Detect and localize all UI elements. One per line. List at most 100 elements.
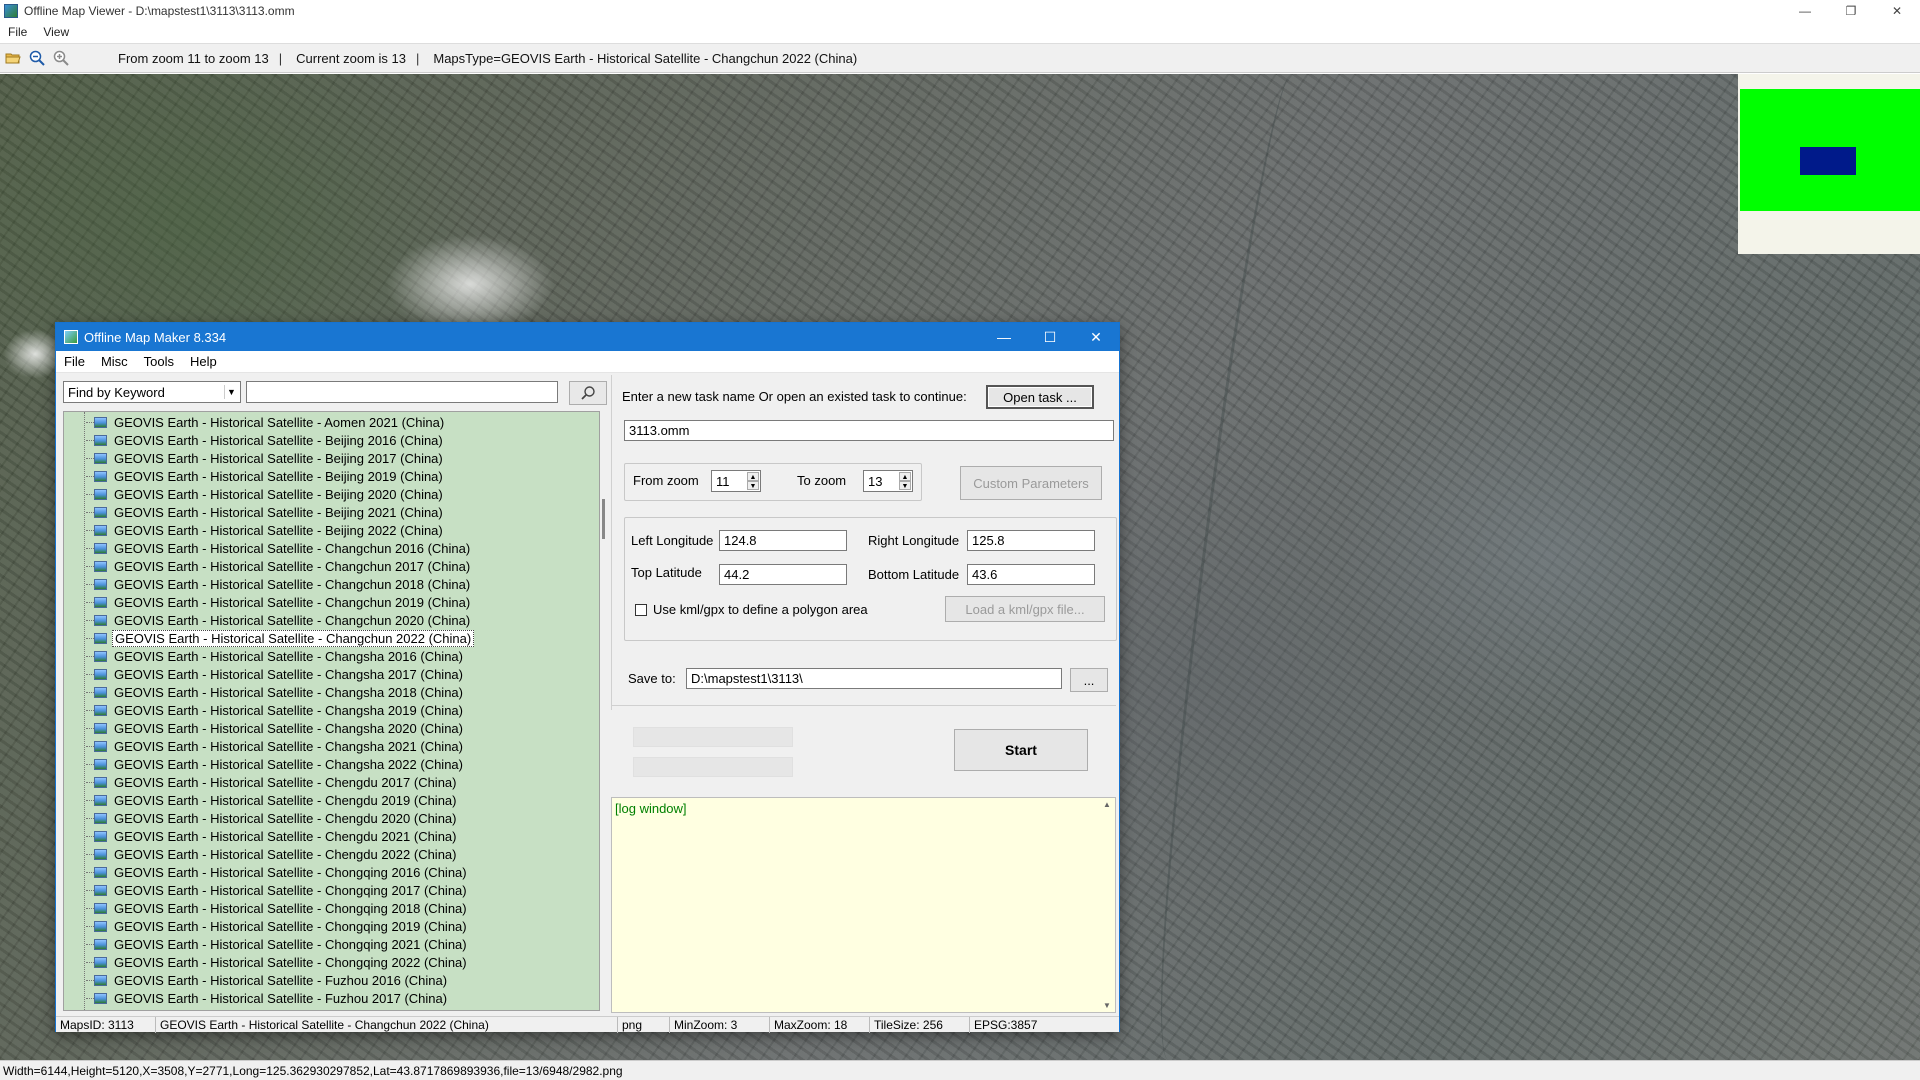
dialog-close-button[interactable]: ✕ — [1073, 323, 1119, 351]
map-list-item[interactable]: GEOVIS Earth - Historical Satellite - Ch… — [94, 953, 469, 971]
map-list-item[interactable]: GEOVIS Earth - Historical Satellite - Ch… — [94, 881, 469, 899]
dialog-menu-tools[interactable]: Tools — [136, 354, 182, 369]
map-list-item-label: GEOVIS Earth - Historical Satellite - Fu… — [112, 1009, 449, 1011]
spin-up-icon[interactable]: ▲ — [747, 472, 759, 481]
map-list-item[interactable]: GEOVIS Earth - Historical Satellite - Fu… — [94, 989, 449, 1007]
start-button[interactable]: Start — [954, 729, 1088, 771]
map-type-tree[interactable]: GEOVIS Earth - Historical Satellite - Ao… — [63, 411, 600, 1011]
map-list-item[interactable]: GEOVIS Earth - Historical Satellite - Ch… — [94, 575, 472, 593]
chevron-down-icon[interactable]: ▼ — [224, 385, 238, 399]
dialog-maximize-button[interactable]: ☐ — [1027, 323, 1073, 351]
map-list-item[interactable]: GEOVIS Earth - Historical Satellite - Ch… — [94, 917, 469, 935]
keyword-input[interactable] — [246, 381, 558, 403]
map-list-item[interactable]: GEOVIS Earth - Historical Satellite - Ch… — [94, 863, 469, 881]
spin-up-icon[interactable]: ▲ — [899, 472, 911, 481]
search-button[interactable] — [569, 381, 607, 405]
custom-parameters-button[interactable]: Custom Parameters — [960, 466, 1102, 500]
map-list-item-label: GEOVIS Earth - Historical Satellite - Ch… — [114, 666, 463, 682]
map-image-icon — [94, 578, 107, 590]
right-longitude-input[interactable]: 125.8 — [967, 530, 1095, 551]
map-list-item[interactable]: GEOVIS Earth - Historical Satellite - Ch… — [94, 593, 472, 611]
map-list-item-label: GEOVIS Earth - Historical Satellite - Ch… — [114, 900, 467, 916]
bottom-latitude-input[interactable]: 43.6 — [967, 564, 1095, 585]
dialog-menu-file[interactable]: File — [56, 354, 93, 369]
overview-minimap[interactable] — [1738, 74, 1920, 254]
map-list-item[interactable]: GEOVIS Earth - Historical Satellite - Fu… — [94, 971, 449, 989]
search-mode-select[interactable]: Find by Keyword ▼ — [63, 381, 241, 403]
map-image-icon — [94, 686, 107, 698]
menu-file[interactable]: File — [0, 25, 35, 39]
map-list-item[interactable]: GEOVIS Earth - Historical Satellite - Ch… — [94, 827, 459, 845]
scroll-down-icon[interactable]: ▼ — [1103, 1001, 1111, 1010]
spin-down-icon[interactable]: ▼ — [899, 481, 911, 490]
spin-down-icon[interactable]: ▼ — [747, 481, 759, 490]
map-list-item[interactable]: GEOVIS Earth - Historical Satellite - Ch… — [94, 683, 465, 701]
from-zoom-stepper[interactable]: 11 ▲ ▼ — [711, 470, 761, 492]
to-zoom-label: To zoom — [797, 473, 847, 488]
left-longitude-input[interactable]: 124.8 — [719, 530, 847, 551]
map-list-item-label: GEOVIS Earth - Historical Satellite - Be… — [114, 432, 443, 448]
menu-view[interactable]: View — [35, 25, 77, 39]
map-image-icon — [94, 434, 107, 446]
map-list-item[interactable]: GEOVIS Earth - Historical Satellite - Ch… — [94, 701, 465, 719]
map-image-icon — [94, 974, 107, 986]
top-latitude-label: Top Latitude — [631, 565, 702, 580]
load-kml-button[interactable]: Load a kml/gpx file... — [945, 596, 1105, 622]
map-list-item[interactable]: GEOVIS Earth - Historical Satellite - Ch… — [94, 629, 475, 647]
window-controls: — ❐ ✕ — [1782, 0, 1920, 22]
map-list-item[interactable]: GEOVIS Earth - Historical Satellite - Ch… — [94, 665, 465, 683]
log-scrollbar[interactable]: ▲ ▼ — [1101, 798, 1115, 1012]
map-list-item-label: GEOVIS Earth - Historical Satellite - Be… — [114, 468, 443, 484]
zoom-out-icon[interactable] — [26, 47, 48, 69]
map-list-item-label: GEOVIS Earth - Historical Satellite - Ch… — [114, 576, 471, 592]
minimize-button[interactable]: — — [1782, 0, 1828, 22]
browse-folder-button[interactable]: ... — [1070, 668, 1108, 692]
map-list-item[interactable]: GEOVIS Earth - Historical Satellite - Fu… — [94, 1007, 449, 1011]
toolbar-separator: | — [415, 50, 420, 66]
scrollbar-thumb[interactable] — [602, 499, 605, 539]
map-list-item[interactable]: GEOVIS Earth - Historical Satellite - Be… — [94, 449, 445, 467]
map-list-item[interactable]: GEOVIS Earth - Historical Satellite - Ch… — [94, 755, 465, 773]
map-list-item[interactable]: GEOVIS Earth - Historical Satellite - Ch… — [94, 935, 469, 953]
map-list-item[interactable]: GEOVIS Earth - Historical Satellite - Ch… — [94, 737, 465, 755]
map-list-item[interactable]: GEOVIS Earth - Historical Satellite - Ch… — [94, 791, 459, 809]
save-path-input[interactable]: D:\mapstest1\3113\ — [686, 668, 1062, 689]
overview-viewport-box[interactable] — [1800, 147, 1856, 175]
map-list-item[interactable]: GEOVIS Earth - Historical Satellite - Ch… — [94, 719, 465, 737]
map-list-item[interactable]: GEOVIS Earth - Historical Satellite - Ao… — [94, 413, 446, 431]
top-latitude-input[interactable]: 44.2 — [719, 564, 847, 585]
map-list-item[interactable]: GEOVIS Earth - Historical Satellite - Ch… — [94, 647, 465, 665]
map-river-feature — [1130, 74, 1330, 1060]
map-list-item[interactable]: GEOVIS Earth - Historical Satellite - Ch… — [94, 899, 469, 917]
dialog-minimize-button[interactable]: — — [981, 323, 1027, 351]
map-list-item[interactable]: GEOVIS Earth - Historical Satellite - Ch… — [94, 611, 472, 629]
map-list-item[interactable]: GEOVIS Earth - Historical Satellite - Ch… — [94, 539, 472, 557]
open-task-button[interactable]: Open task ... — [986, 385, 1094, 409]
open-folder-icon[interactable] — [2, 47, 24, 69]
maximize-button[interactable]: ❐ — [1828, 0, 1874, 22]
map-image-icon — [94, 614, 107, 626]
map-list-item[interactable]: GEOVIS Earth - Historical Satellite - Be… — [94, 485, 445, 503]
zoom-in-icon[interactable] — [50, 47, 72, 69]
use-kml-checkbox[interactable] — [635, 604, 647, 616]
map-list-item[interactable]: GEOVIS Earth - Historical Satellite - Ch… — [94, 773, 459, 791]
map-list-item[interactable]: GEOVIS Earth - Historical Satellite - Be… — [94, 521, 445, 539]
dialog-title: Offline Map Maker 8.334 — [84, 329, 227, 345]
tree-scrollbar[interactable] — [601, 411, 607, 1011]
task-name-input[interactable]: 3113.omm — [624, 420, 1114, 441]
dialog-menu-misc[interactable]: Misc — [93, 354, 136, 369]
to-zoom-stepper[interactable]: 13 ▲ ▼ — [863, 470, 913, 492]
tree-branch-line — [86, 422, 94, 423]
scroll-up-icon[interactable]: ▲ — [1103, 800, 1111, 809]
map-list-item[interactable]: GEOVIS Earth - Historical Satellite - Be… — [94, 467, 445, 485]
map-image-icon — [94, 596, 107, 608]
map-list-item[interactable]: GEOVIS Earth - Historical Satellite - Ch… — [94, 557, 472, 575]
map-list-item[interactable]: GEOVIS Earth - Historical Satellite - Be… — [94, 431, 445, 449]
map-list-item[interactable]: GEOVIS Earth - Historical Satellite - Be… — [94, 503, 445, 521]
dialog-menu-help[interactable]: Help — [182, 354, 225, 369]
search-icon — [581, 386, 595, 400]
log-window[interactable]: [log window] ▲ ▼ — [611, 797, 1116, 1013]
map-list-item[interactable]: GEOVIS Earth - Historical Satellite - Ch… — [94, 809, 459, 827]
map-list-item[interactable]: GEOVIS Earth - Historical Satellite - Ch… — [94, 845, 459, 863]
close-button[interactable]: ✕ — [1874, 0, 1920, 22]
